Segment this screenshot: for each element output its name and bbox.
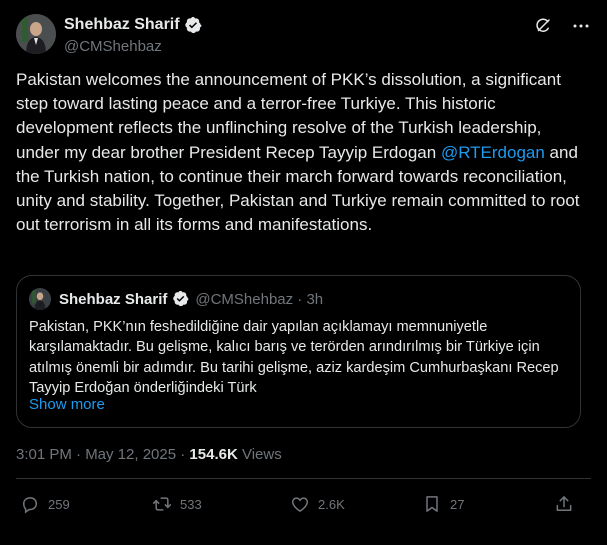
quoted-author-name: Shehbaz Sharif [59,290,168,308]
bookmark-button[interactable]: 27 [422,494,464,514]
author-handle[interactable]: @CMShehbaz [64,38,202,55]
author-display-name[interactable]: Shehbaz Sharif [64,16,180,34]
action-bar: 259 533 2.6K 27 [16,494,591,520]
quoted-post-text: Pakistan, PKK’nın feshedildiğine dair ya… [29,319,559,397]
more-icon[interactable] [571,16,591,36]
quoted-post-card[interactable]: Shehbaz Sharif @CMShehbaz · 3h Pakistan,… [16,275,581,428]
share-button[interactable] [554,494,574,514]
post-timestamp[interactable]: 3:01 PM · May 12, 2025 · [16,446,189,463]
bookmark-count: 27 [450,496,465,512]
share-icon [556,496,572,511]
mention-link[interactable]: @RTErdogan [441,143,545,162]
grok-icon[interactable] [533,16,553,36]
repost-count: 533 [180,496,202,512]
divider [16,478,591,479]
quoted-author-avatar [29,288,51,310]
reply-button[interactable]: 259 [20,494,70,514]
header-actions [533,16,591,36]
bookmark-icon [426,496,438,512]
reply-count: 259 [48,496,70,512]
repost-icon [152,497,172,511]
repost-button[interactable]: 533 [152,494,202,514]
quoted-verified-badge-icon [172,290,190,308]
quoted-post-header: Shehbaz Sharif @CMShehbaz · 3h [29,288,323,310]
author-avatar[interactable] [16,14,56,54]
author-block: Shehbaz Sharif @CMShehbaz [64,14,202,55]
tweet: Shehbaz Sharif @CMShehbaz Pakistan welco… [0,0,607,545]
post-text: Pakistan welcomes the announcement of PK… [16,68,586,237]
like-count: 2.6K [318,496,345,512]
like-button[interactable]: 2.6K [290,494,345,514]
reply-icon [22,497,38,514]
verified-badge-icon [184,16,202,34]
views-count: 154.6K [189,446,238,463]
quoted-handle-time: @CMShehbaz · 3h [195,290,324,308]
post-meta: 3:01 PM · May 12, 2025 · 154.6K Views [16,446,282,463]
heart-icon [291,497,309,512]
views-label: Views [237,446,282,463]
show-more-link[interactable]: Show more [29,396,105,413]
